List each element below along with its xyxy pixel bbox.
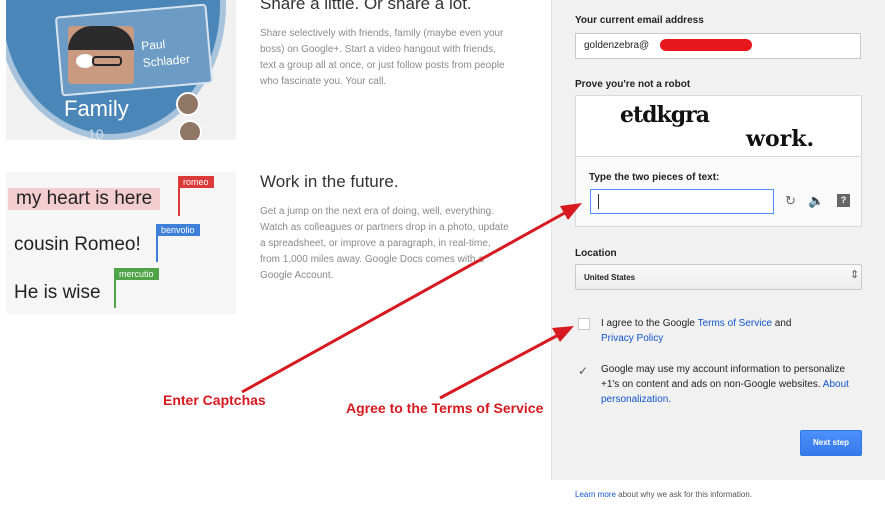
annotation-terms: Agree to the Terms of Service — [346, 400, 544, 416]
arrow-captcha — [241, 208, 571, 394]
arrowhead-captcha — [560, 203, 582, 220]
annotation-captcha: Enter Captchas — [163, 392, 266, 408]
annotation-arrows — [241, 203, 582, 400]
arrow-terms — [439, 331, 563, 400]
arrowhead-terms — [552, 326, 574, 342]
